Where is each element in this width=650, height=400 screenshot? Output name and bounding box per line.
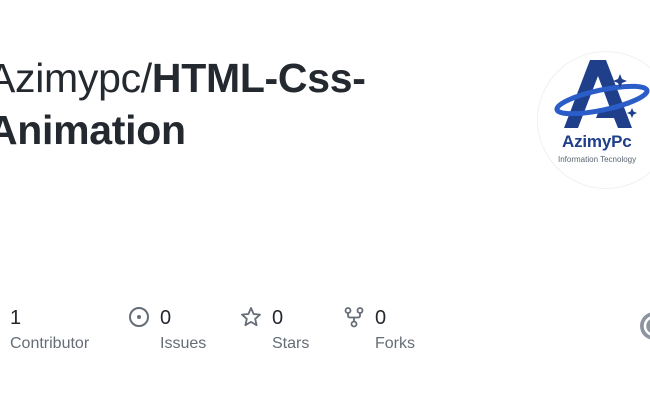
stars-count: 0: [272, 307, 284, 329]
forks-label: Forks: [375, 335, 415, 352]
repo-owner: Azimypc/: [0, 55, 152, 101]
logo-name: AzimyPc: [562, 132, 632, 151]
logo-tagline: Information Tecnology: [558, 155, 637, 164]
contributors-count: 1: [10, 307, 22, 329]
repo-name-line2: Animation: [0, 107, 186, 153]
owner-avatar[interactable]: AzimyPc Information Tecnology: [538, 52, 650, 188]
repo-forked-icon: [344, 307, 364, 328]
contributors-label: Contributor: [10, 335, 90, 352]
repo-name-line1: HTML-Css-: [151, 55, 366, 101]
issue-opened-icon: [129, 307, 149, 327]
star-icon: [241, 307, 261, 327]
issues-count: 0: [160, 307, 172, 329]
github-mark-icon: [640, 312, 650, 340]
repo-title[interactable]: Azimypc/HTML-Css- Animation: [0, 52, 508, 156]
azimypc-logo-icon: [554, 60, 650, 128]
repo-social-card: Azimypc/HTML-Css- Animation AzimyPc Info…: [0, 0, 650, 400]
issues-label: Issues: [160, 335, 207, 352]
stars-label: Stars: [272, 335, 310, 352]
forks-count: 0: [375, 307, 387, 329]
